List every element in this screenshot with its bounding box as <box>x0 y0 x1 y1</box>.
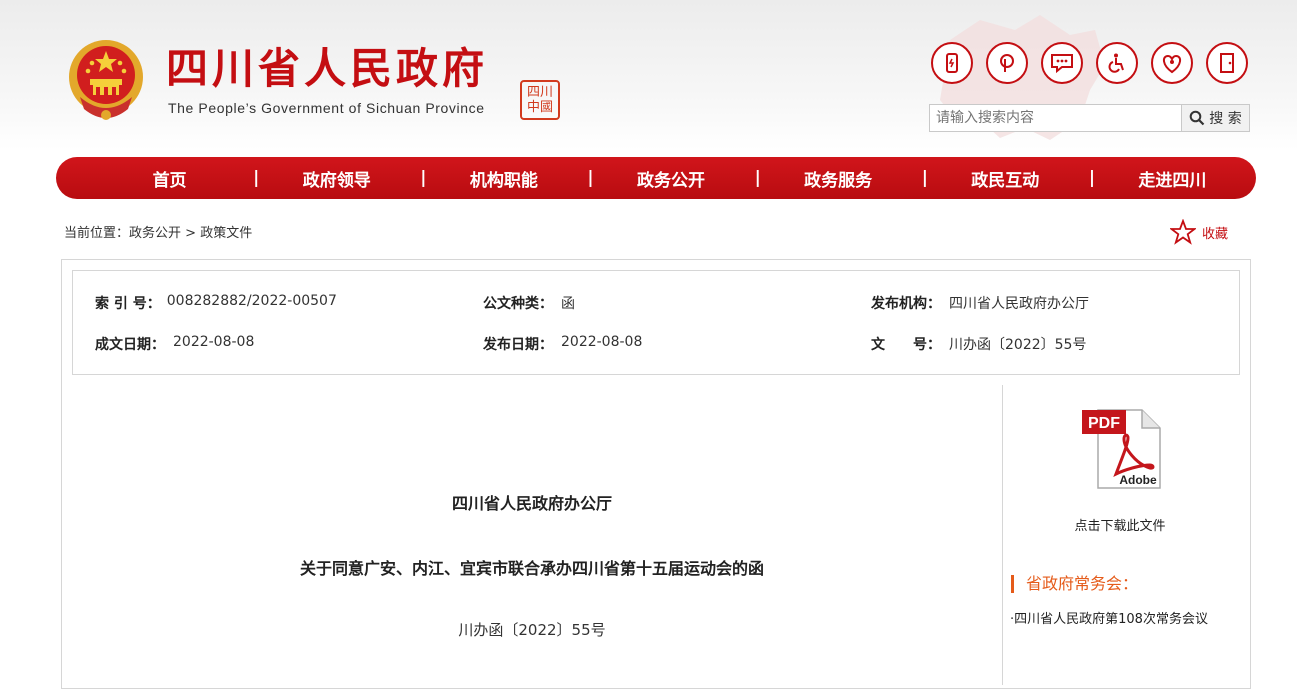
breadcrumb: 当前位置：政务公开 > 政策文件 <box>64 222 252 241</box>
pdf-brand-text: Adobe <box>1119 473 1157 487</box>
meta-published-label: 发布日期： <box>483 337 553 353</box>
meeting-section-heading: 省政府常务会： <box>1011 575 1138 593</box>
seal-logo: 四川中國 <box>520 80 560 120</box>
meta-created-label: 成文日期： <box>95 337 165 353</box>
seal-text: 四川中國 <box>526 85 553 115</box>
nav-item-home[interactable]: 首页 <box>86 166 253 191</box>
nav-item-about-sichuan[interactable]: 走进四川 <box>1089 166 1256 191</box>
site-title: 四川省人民政府 <box>166 44 489 93</box>
meta-type-value: 函 <box>561 296 575 312</box>
meta-docnum-value: 川办函〔2022〕55号 <box>949 337 1087 353</box>
exit-icon[interactable] <box>1206 42 1248 84</box>
meta-type-label: 公文种类： <box>483 296 553 312</box>
meta-docnum-label: 文 号： <box>871 337 941 353</box>
breadcrumb-link-open-affairs[interactable]: 政务公开 <box>129 226 181 241</box>
main-nav: 首页 | 政府领导 | 机构职能 | 政务公开 | 政务服务 | 政民互动 | … <box>56 157 1256 199</box>
search-icon <box>1189 110 1205 126</box>
star-icon <box>1170 219 1196 245</box>
meta-index-value: 008282882/2022-00507 <box>166 293 337 309</box>
site-header: 四川省人民政府 The People’s Government of Sichu… <box>0 0 1297 150</box>
pdf-download-icon[interactable]: PDF Adobe <box>1080 408 1162 490</box>
accessibility-icon[interactable] <box>1096 42 1138 84</box>
breadcrumb-prefix: 当前位置： <box>64 226 130 241</box>
national-emblem-icon <box>69 40 143 120</box>
meta-publisher: 发布机构： 四川省人民政府办公厅 <box>871 293 1089 313</box>
meta-publisher-label: 发布机构： <box>871 296 941 312</box>
pdf-badge-text: PDF <box>1088 415 1120 432</box>
weibo-icon[interactable] <box>986 42 1028 84</box>
meta-index-label: 索 引 号： <box>95 296 161 312</box>
favorite-label: 收藏 <box>1202 226 1229 242</box>
meeting-link[interactable]: ·四川省人民政府第108次常务会议 <box>1010 608 1208 627</box>
elder-care-icon[interactable] <box>1151 42 1193 84</box>
search-input[interactable] <box>929 104 1182 132</box>
meta-created-value: 2022-08-08 <box>173 334 255 350</box>
document-issuer: 四川省人民政府办公厅 <box>451 494 612 513</box>
nav-item-interaction[interactable]: 政民互动 <box>922 166 1089 191</box>
nav-item-functions[interactable]: 机构职能 <box>420 166 587 191</box>
meta-index: 索 引 号： 008282882/2022-00507 <box>95 293 337 313</box>
meta-docnum: 文 号： 川办函〔2022〕55号 <box>871 334 1086 354</box>
meta-type: 公文种类： 函 <box>483 293 575 313</box>
meta-published: 发布日期： 2022-08-08 <box>483 334 642 354</box>
search-button-label: 搜 索 <box>1209 111 1242 127</box>
column-divider <box>1002 385 1003 685</box>
breadcrumb-link-policy-docs[interactable]: 政策文件 <box>200 226 252 241</box>
document-number: 川办函〔2022〕55号 <box>458 621 606 639</box>
site-subtitle: The People’s Government of Sichuan Provi… <box>168 100 485 116</box>
message-icon[interactable] <box>1041 42 1083 84</box>
favorite-button[interactable]: 收藏 <box>1170 219 1228 245</box>
meta-created: 成文日期： 2022-08-08 <box>95 334 254 354</box>
nav-item-leaders[interactable]: 政府领导 <box>253 166 420 191</box>
breadcrumb-separator: > <box>181 226 201 241</box>
mobile-icon[interactable] <box>931 42 973 84</box>
search-button[interactable]: 搜 索 <box>1181 104 1250 132</box>
meta-published-value: 2022-08-08 <box>561 334 643 350</box>
document-title: 关于同意广安、内江、宜宾市联合承办四川省第十五届运动会的函 <box>299 559 764 578</box>
pdf-download-link[interactable]: 点击下载此文件 <box>1003 515 1237 534</box>
document-meta-box: 索 引 号： 008282882/2022-00507 公文种类： 函 发布机构… <box>72 270 1240 375</box>
nav-item-open-affairs[interactable]: 政务公开 <box>587 166 754 191</box>
header-icon-row <box>931 42 1248 84</box>
nav-item-services[interactable]: 政务服务 <box>755 166 922 191</box>
meta-publisher-value: 四川省人民政府办公厅 <box>949 296 1089 312</box>
